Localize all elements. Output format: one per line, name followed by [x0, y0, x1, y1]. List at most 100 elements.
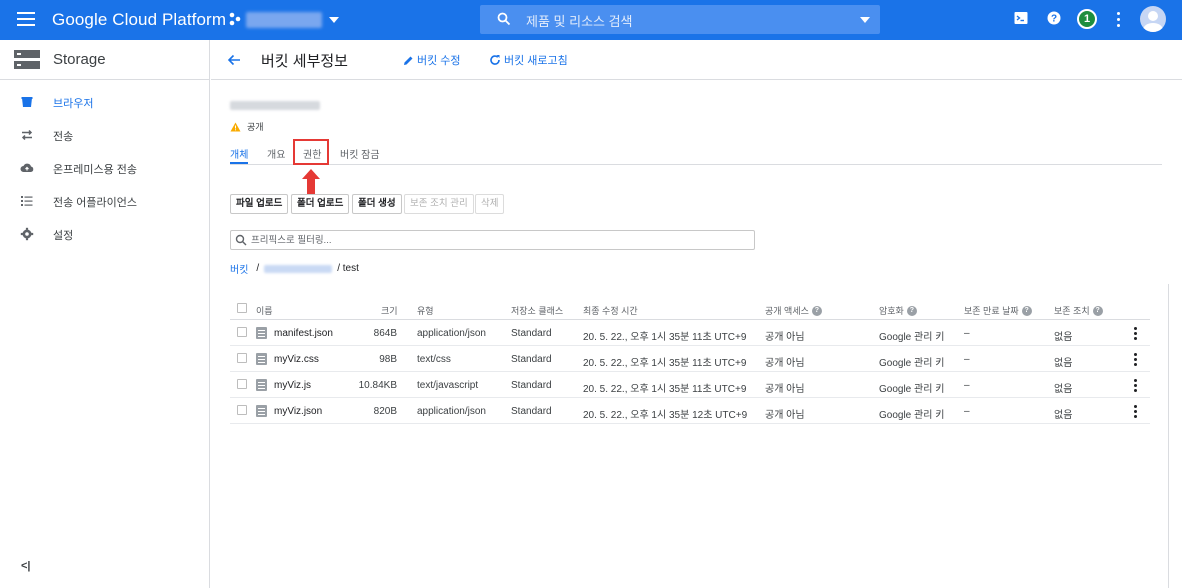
col-header-modified[interactable]: 최종 수정 시간 [583, 304, 638, 317]
row-checkbox[interactable] [237, 379, 247, 389]
cell-type: text/javascript [417, 380, 479, 391]
col-header-name[interactable]: 이름 [256, 304, 273, 317]
col-header-retention-expiry[interactable]: 보존 만료 날짜? [964, 304, 1032, 317]
file-icon [256, 353, 267, 365]
sidebar-title: Storage [53, 51, 106, 68]
breadcrumb-bucket-redacted[interactable] [264, 264, 333, 273]
back-arrow-icon[interactable] [227, 53, 241, 67]
cell-retention-expiry: – [964, 354, 970, 365]
collapse-sidebar-button[interactable]: <| [21, 560, 31, 572]
help-icon[interactable]: ? [1092, 305, 1103, 316]
cell-size: 98B [379, 354, 397, 365]
sidebar-item-label: 브라우저 [53, 98, 94, 110]
row-more-vert-icon[interactable] [1134, 379, 1138, 393]
svg-text:?: ? [1051, 14, 1057, 25]
object-name-link[interactable]: manifest.json [274, 328, 333, 339]
object-name-link[interactable]: myViz.js [274, 380, 311, 391]
row-more-vert-icon[interactable] [1134, 327, 1138, 341]
breadcrumb-buckets-link[interactable]: 버킷 [230, 261, 248, 276]
refresh-bucket-button[interactable]: 버킷 새로고침 [489, 52, 568, 68]
menu-icon[interactable] [17, 12, 35, 26]
col-header-type[interactable]: 유형 [417, 304, 434, 317]
tab-bucket-lock[interactable]: 버킷 잠금 [340, 146, 380, 161]
search-dropdown-icon[interactable] [860, 17, 870, 23]
upload-folder-button[interactable]: 폴더 업로드 [291, 194, 350, 214]
upload-files-button[interactable]: 파일 업로드 [230, 194, 289, 214]
sidebar-item-browser[interactable]: 브라우저 [0, 87, 210, 117]
select-all-checkbox[interactable] [237, 303, 247, 313]
cell-type: application/json [417, 406, 486, 417]
table-row[interactable]: myViz.json 820B application/json Standard 20… [230, 398, 1150, 424]
help-icon[interactable]: ? [1021, 305, 1032, 316]
col-header-encryption[interactable]: 암호화? [879, 304, 917, 317]
cell-encryption: Google 관리 키 [879, 410, 945, 421]
col-header-hold-label: 보존 조치 [1054, 306, 1090, 316]
cell-modified: 20. 5. 22., 오후 1시 35분 11초 UTC+9 [583, 332, 747, 343]
col-header-public-access-label: 공개 액세스 [765, 306, 809, 316]
table-row[interactable]: myViz.css 98B text/css Standard 20. 5. 22., … [230, 346, 1150, 372]
col-header-storage-class[interactable]: 저장소 클래스 [511, 304, 563, 317]
object-name-link[interactable]: myViz.json [274, 406, 322, 417]
sidebar-item-settings[interactable]: 설정 [0, 219, 210, 249]
edit-bucket-button[interactable]: 버킷 수정 [403, 52, 461, 68]
col-header-hold[interactable]: 보존 조치? [1054, 304, 1103, 317]
brand-title[interactable]: Google Cloud Platform [52, 10, 226, 30]
panel-divider [1168, 284, 1169, 588]
prefix-filter-input[interactable] [251, 233, 746, 247]
prefix-filter[interactable] [230, 230, 755, 250]
public-access-label: 공개 [247, 122, 264, 132]
row-checkbox[interactable] [237, 353, 247, 363]
sidebar-item-label: 설정 [53, 230, 74, 242]
col-header-retention-expiry-label: 보존 만료 날짜 [964, 306, 1019, 316]
tab-objects[interactable]: 개체 [230, 146, 248, 161]
file-icon [256, 379, 267, 391]
sidebar-item-transfer[interactable]: 전송 [0, 120, 210, 150]
page-header: 버킷 세부정보 버킷 수정 버킷 새로고침 [211, 40, 1182, 80]
breadcrumb-separator: / [256, 263, 260, 274]
gear-icon [20, 227, 34, 241]
create-folder-button[interactable]: 폴더 생성 [352, 194, 402, 214]
table-row[interactable]: myViz.js 10.84KB text/javascript Standard 20… [230, 372, 1150, 398]
project-name-redacted[interactable] [246, 12, 322, 28]
bucket-tabs: 개체 개요 권한 버킷 잠금 [230, 140, 1162, 165]
search-bar[interactable]: 제품 및 리소스 검색 [480, 5, 880, 34]
manage-holds-button[interactable]: 보존 조치 관리 [404, 194, 474, 214]
pencil-icon [404, 56, 413, 65]
cell-public-access: 공개 아님 [765, 410, 805, 421]
row-more-vert-icon[interactable] [1134, 353, 1138, 367]
table-row[interactable]: manifest.json 864B application/json Standar… [230, 320, 1150, 346]
sidebar: Storage 브라우저 전송 온프레미스용 전송 전송 어플라이언스 설정 <… [0, 40, 210, 588]
cell-public-access: 공개 아님 [765, 332, 805, 343]
cell-hold: 없음 [1054, 358, 1073, 369]
table-header: 이름 크기 유형 저장소 클래스 최종 수정 시간 공개 액세스? 암호화? 보… [230, 298, 1150, 320]
delete-button[interactable]: 삭제 [475, 194, 505, 214]
avatar[interactable] [1140, 6, 1166, 32]
pointer-arrow-icon [302, 169, 320, 195]
help-icon[interactable]: ? [906, 305, 917, 316]
help-icon[interactable]: ? [1047, 11, 1061, 25]
more-vert-icon[interactable] [1117, 12, 1121, 28]
notification-badge[interactable]: 1 [1077, 9, 1097, 29]
row-checkbox[interactable] [237, 327, 247, 337]
top-app-bar: Google Cloud Platform 제품 및 리소스 검색 ? 1 [0, 0, 1182, 40]
appliance-list-icon [21, 196, 33, 206]
page-title: 버킷 세부정보 [261, 53, 348, 70]
tab-overview[interactable]: 개요 [267, 146, 285, 161]
permissions-tab-highlight [293, 139, 329, 165]
row-checkbox[interactable] [237, 405, 247, 415]
object-name-link[interactable]: myViz.css [274, 354, 319, 365]
sidebar-item-transfer-appliance[interactable]: 전송 어플라이언스 [0, 186, 210, 216]
cell-retention-expiry: – [964, 406, 970, 417]
col-header-size[interactable]: 크기 [381, 304, 398, 317]
cell-storage-class: Standard [511, 354, 552, 365]
project-icon[interactable] [228, 12, 242, 26]
cloud-shell-icon[interactable] [1014, 11, 1028, 25]
row-more-vert-icon[interactable] [1134, 405, 1138, 419]
edit-bucket-label: 버킷 수정 [417, 55, 461, 67]
objects-table: 이름 크기 유형 저장소 클래스 최종 수정 시간 공개 액세스? 암호화? 보… [230, 298, 1150, 424]
project-dropdown-icon[interactable] [329, 17, 339, 23]
cell-public-access: 공개 아님 [765, 358, 805, 369]
col-header-public-access[interactable]: 공개 액세스? [765, 304, 822, 317]
help-icon[interactable]: ? [811, 305, 822, 316]
sidebar-item-on-premises-transfer[interactable]: 온프레미스용 전송 [0, 153, 210, 183]
